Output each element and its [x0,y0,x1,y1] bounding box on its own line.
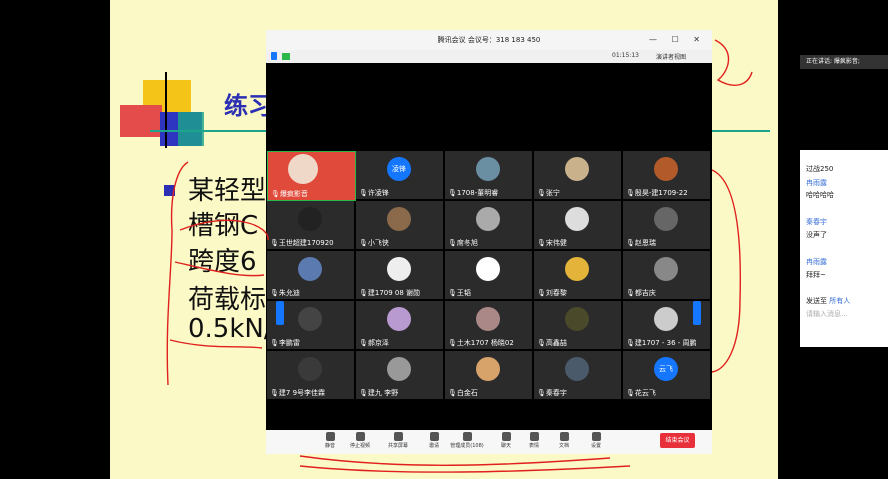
ink-stroke [299,465,631,473]
ink-stroke [179,219,269,241]
ink-stroke [166,161,189,386]
ink-stroke [169,339,263,349]
ink-stroke [714,39,753,86]
ink-stroke [174,261,265,277]
ink-stroke [299,455,611,466]
annotation-ink [166,39,753,473]
ink-stroke [711,169,741,373]
